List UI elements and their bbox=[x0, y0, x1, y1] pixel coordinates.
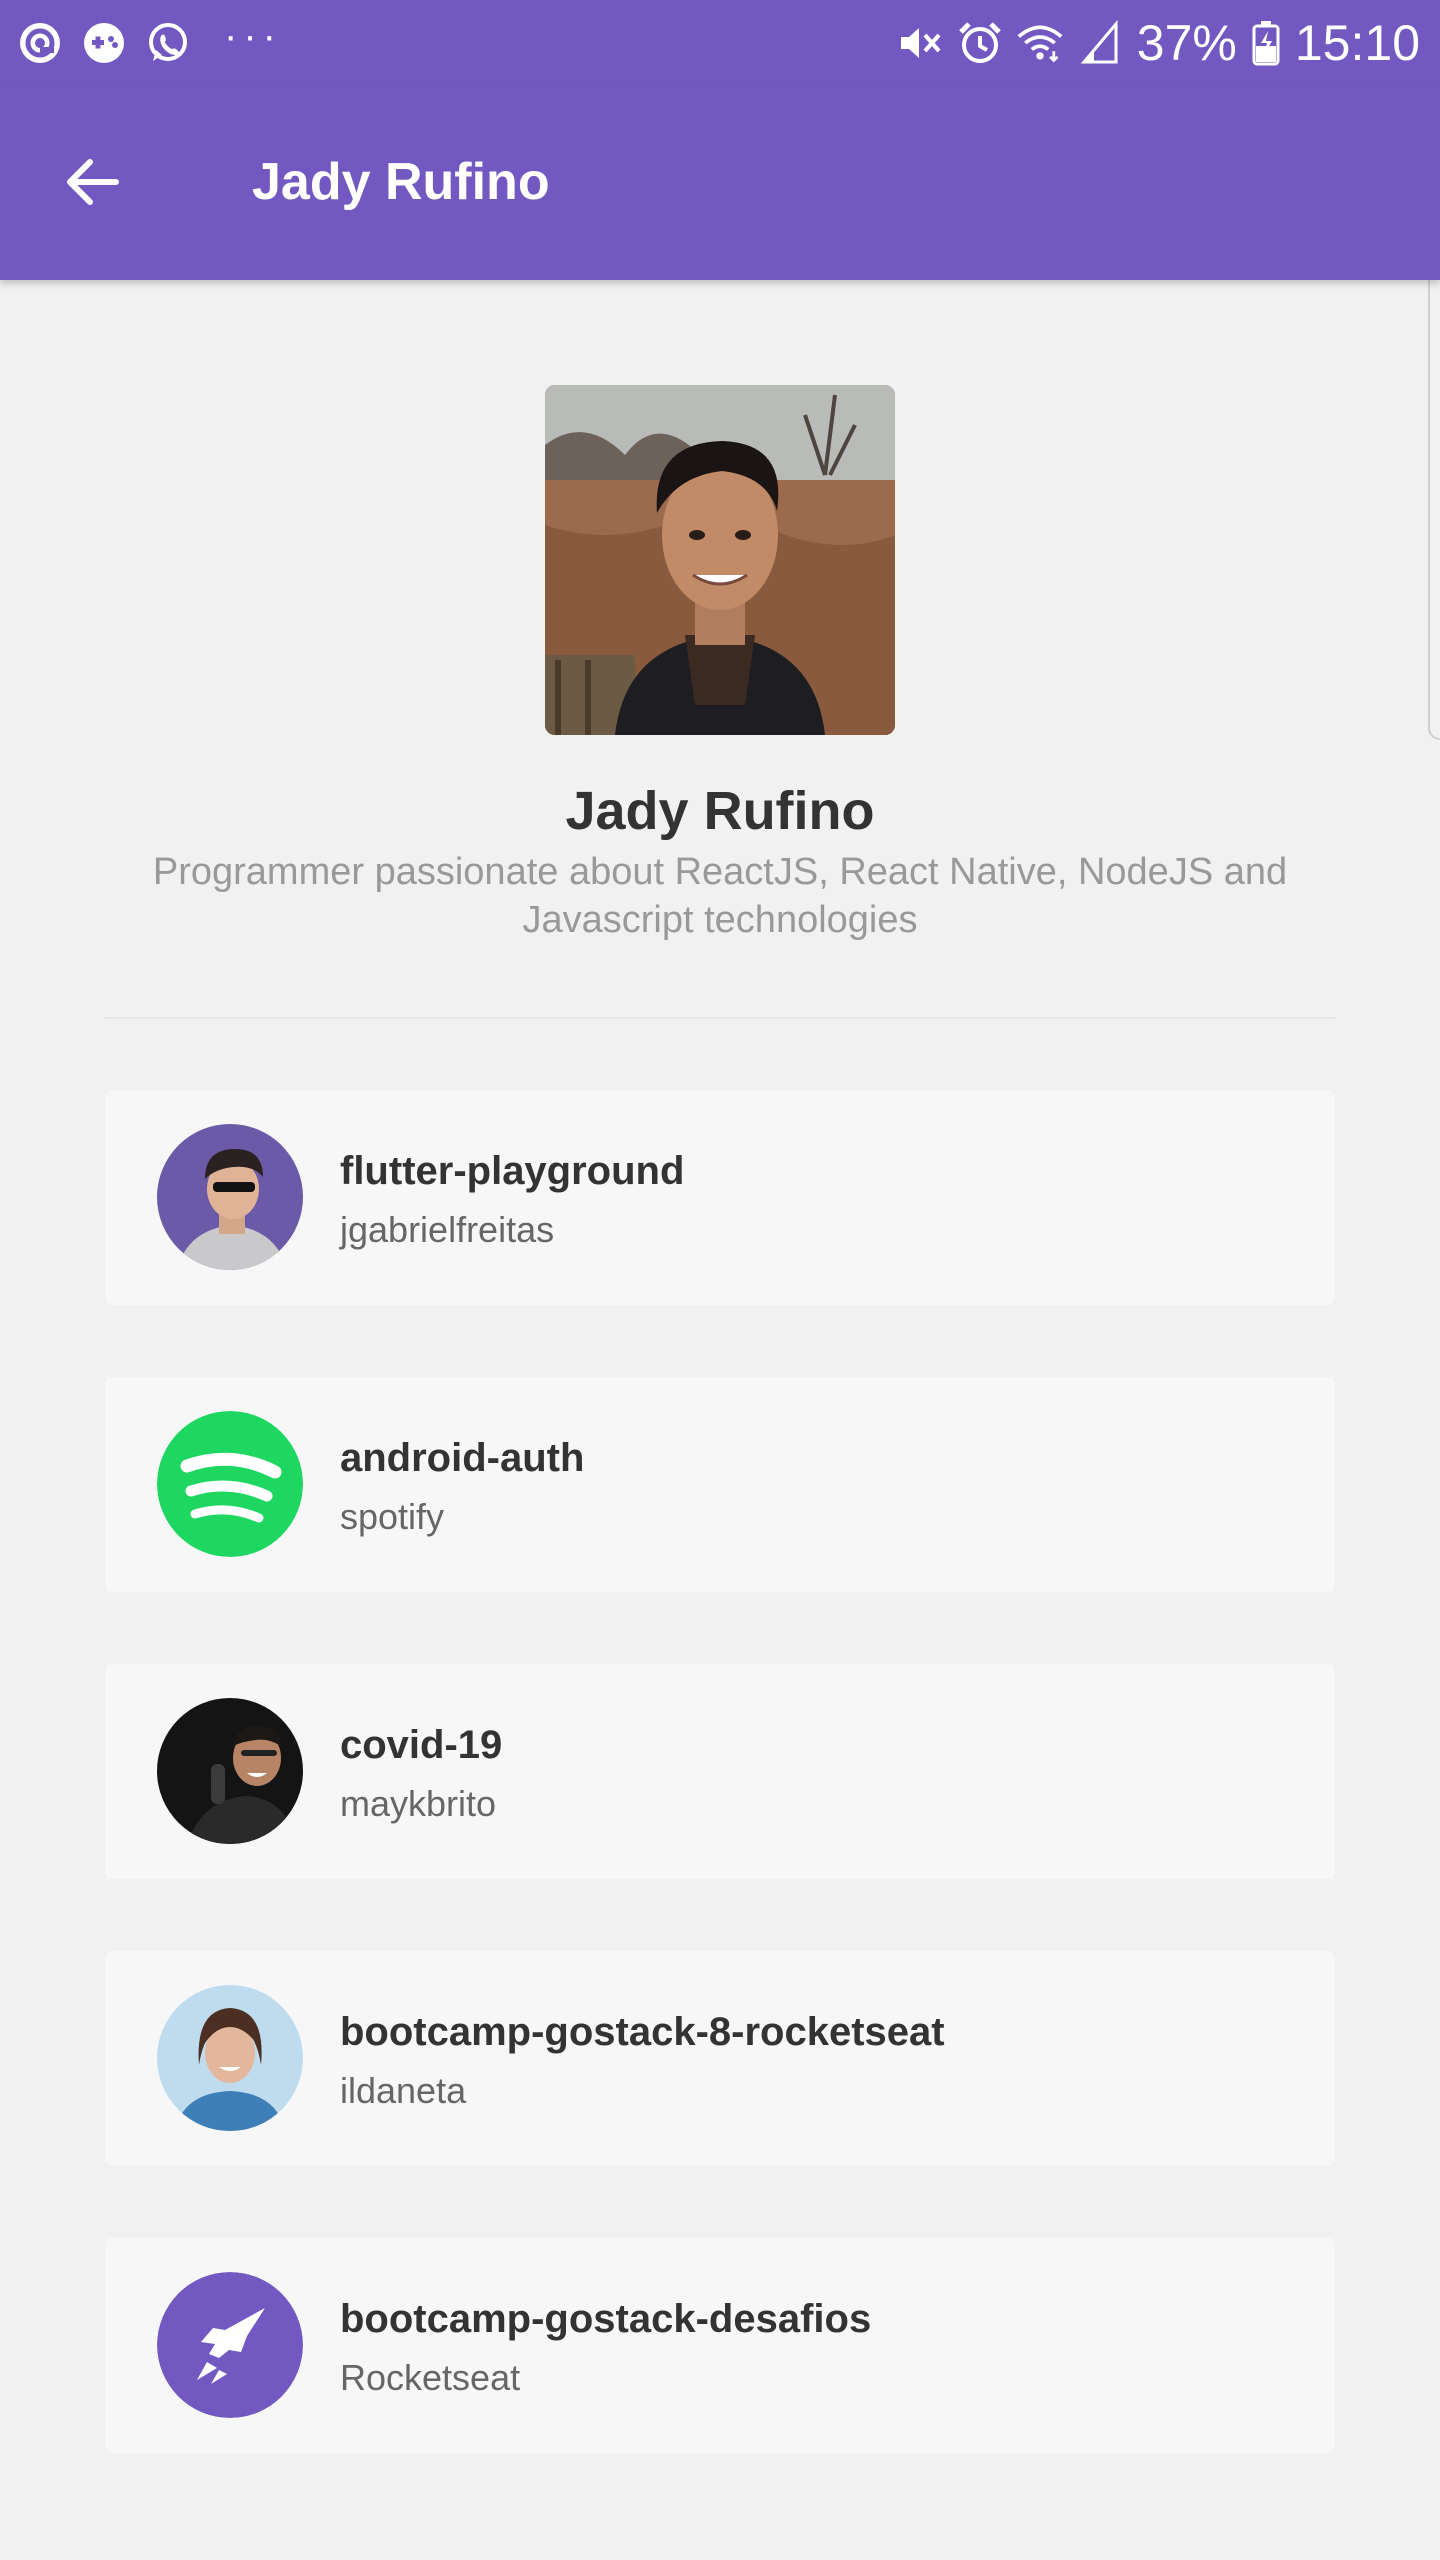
more-dots-icon: ··· bbox=[224, 14, 282, 58]
app-bar-title: Jady Rufino bbox=[252, 153, 550, 211]
mute-icon bbox=[900, 28, 941, 58]
repo-name: android-auth bbox=[340, 1436, 585, 1480]
repo-owner: maykbrito bbox=[340, 1783, 497, 1824]
repo-card[interactable]: covid-19 maykbrito bbox=[105, 1664, 1335, 1879]
owner-avatar bbox=[157, 1985, 303, 2131]
alarm-icon bbox=[959, 22, 1001, 63]
profile-name: Jady Rufino bbox=[565, 781, 875, 841]
owner-avatar bbox=[157, 1411, 303, 1557]
profile-avatar bbox=[545, 385, 895, 735]
repo-card[interactable]: flutter-playground jgabrielfreitas bbox=[105, 1090, 1335, 1305]
status-right-icons: 37% 15:10 bbox=[897, 14, 1420, 72]
repo-owner: ildaneta bbox=[340, 2070, 467, 2111]
repo-card[interactable]: bootcamp-gostack-8-rocketseat ildaneta bbox=[105, 1951, 1335, 2166]
profile-bio: Programmer passionate about ReactJS, Rea… bbox=[152, 851, 1288, 941]
app-bar: Jady Rufino bbox=[0, 84, 1440, 280]
at-sign-icon bbox=[20, 23, 60, 63]
arrow-back-icon bbox=[67, 159, 119, 205]
repo-owner: Rocketseat bbox=[340, 2357, 521, 2398]
wifi-icon bbox=[1017, 25, 1063, 63]
scroll-edge-indicator bbox=[1428, 252, 1440, 740]
spotify-icon bbox=[157, 1411, 303, 1557]
signal-icon bbox=[1080, 20, 1118, 64]
battery-charging-icon bbox=[1252, 21, 1280, 66]
status-bar: ··· 37% 15:10 bbox=[0, 0, 1440, 84]
repo-name: flutter-playground bbox=[340, 1149, 685, 1193]
repo-name: bootcamp-gostack-desafios bbox=[340, 2297, 872, 2341]
whatsapp-icon bbox=[149, 23, 187, 61]
divider bbox=[105, 1017, 1335, 1019]
battery-percent: 37% bbox=[1136, 15, 1237, 71]
repo-list: flutter-playground jgabrielfreitas andro… bbox=[105, 1090, 1335, 2525]
owner-avatar bbox=[157, 1124, 303, 1270]
back-button[interactable] bbox=[52, 142, 132, 222]
repo-card[interactable]: bootcamp-gostack-desafios Rocketseat bbox=[105, 2238, 1335, 2453]
status-left-icons: ··· bbox=[18, 16, 282, 66]
repo-owner: jgabrielfreitas bbox=[340, 1209, 555, 1250]
repo-owner: spotify bbox=[340, 1496, 445, 1537]
repo-name: covid-19 bbox=[340, 1723, 503, 1767]
owner-avatar bbox=[157, 1698, 303, 1844]
repo-name: bootcamp-gostack-8-rocketseat bbox=[340, 2010, 945, 2054]
repo-card[interactable]: android-auth spotify bbox=[105, 1377, 1335, 1592]
status-time: 15:10 bbox=[1294, 15, 1420, 71]
owner-avatar bbox=[157, 2272, 303, 2418]
rocketseat-logo-icon bbox=[157, 2272, 303, 2418]
gamepad-icon bbox=[84, 23, 124, 63]
